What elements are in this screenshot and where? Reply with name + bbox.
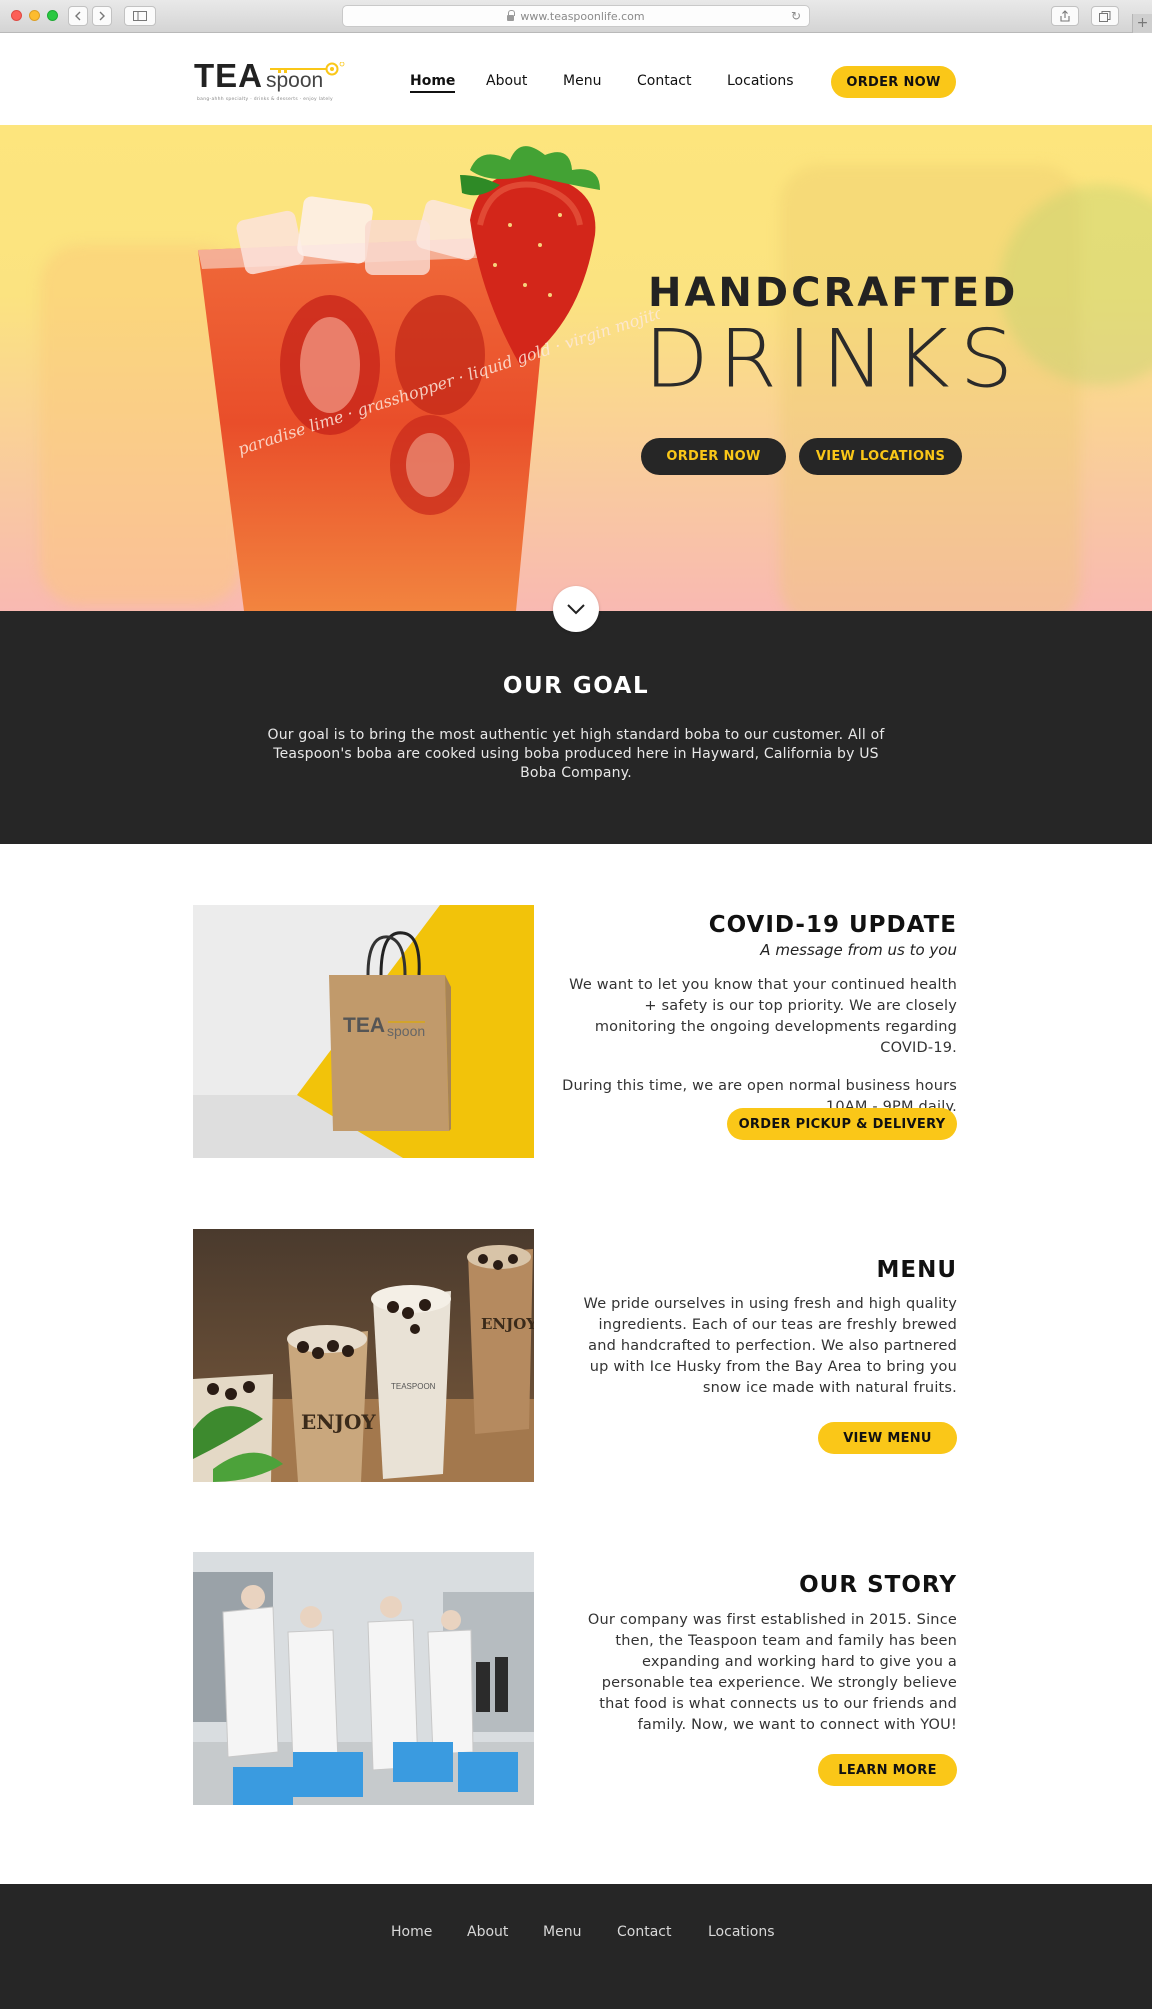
- covid-subtitle: A message from us to you: [760, 941, 957, 959]
- view-menu-button[interactable]: VIEW MENU: [818, 1422, 957, 1454]
- order-pickup-delivery-button[interactable]: ORDER PICKUP & DELIVERY: [727, 1108, 957, 1140]
- teaspoon-logo[interactable]: TEA spoon bang-ahhh specialty · drinks &…: [194, 57, 345, 105]
- strawberry-drink-image: paradise lime · grasshopper · liquid gol…: [198, 146, 660, 611]
- scroll-down-button[interactable]: [553, 586, 599, 632]
- chevron-right-icon: [99, 11, 105, 21]
- nav-menu[interactable]: Menu: [563, 73, 601, 89]
- svg-text:TEA: TEA: [343, 1014, 385, 1037]
- svg-text:spoon: spoon: [387, 1023, 425, 1039]
- address-bar[interactable]: www.teaspoonlife.com ↻: [342, 5, 810, 27]
- learn-more-button[interactable]: LEARN MORE: [818, 1754, 957, 1786]
- footer-nav-menu[interactable]: Menu: [543, 1924, 581, 1940]
- story-body: Our company was first established in 201…: [587, 1612, 957, 1733]
- reload-icon[interactable]: ↻: [791, 9, 801, 23]
- chevron-left-icon: [75, 11, 81, 21]
- minimize-window-button[interactable]: [29, 10, 40, 21]
- goal-body: Our goal is to bring the most authentic …: [267, 727, 885, 781]
- forward-button[interactable]: [92, 6, 112, 26]
- nav-about[interactable]: About: [486, 73, 527, 89]
- svg-text:ENJOY: ENJOY: [481, 1315, 534, 1333]
- nav-contact[interactable]: Contact: [637, 73, 691, 89]
- logo-tagline: bang-ahhh specialty · drinks & desserts …: [197, 97, 333, 102]
- factory-team-photo: [193, 1552, 534, 1805]
- chevron-down-icon: [567, 604, 585, 615]
- paper-bag-illustration: TEA spoon: [193, 905, 534, 1158]
- browser-toolbar: www.teaspoonlife.com ↻ +: [0, 0, 1152, 33]
- share-button[interactable]: [1051, 6, 1079, 26]
- nav-home[interactable]: Home: [410, 73, 456, 93]
- footer-nav-contact[interactable]: Contact: [617, 1924, 671, 1940]
- logo-spoon: spoon: [266, 69, 324, 92]
- menu-drinks-image: ENJOY ENJOY TEASPOON: [193, 1229, 534, 1482]
- sidebar-toggle-button[interactable]: [124, 6, 156, 26]
- menu-body: We pride ourselves in using fresh and hi…: [583, 1296, 957, 1396]
- hero-banner: paradise lime · grasshopper · liquid gol…: [0, 125, 1152, 611]
- back-button[interactable]: [68, 6, 88, 26]
- story-title: OUR STORY: [799, 1572, 957, 1598]
- svg-text:TEASPOON: TEASPOON: [391, 1382, 436, 1391]
- hero-order-now-button[interactable]: ORDER NOW: [641, 438, 786, 475]
- footer-nav-about[interactable]: About: [467, 1924, 508, 1940]
- share-icon: [1060, 10, 1070, 22]
- hero-view-locations-button[interactable]: VIEW LOCATIONS: [799, 438, 962, 475]
- goal-title: OUR GOAL: [502, 673, 650, 699]
- covid-text-block: COVID-19 UPDATE A message from us to you…: [560, 912, 957, 1118]
- site-footer: Home About Menu Contact Locations: [0, 1884, 1152, 2009]
- tabs-button[interactable]: [1091, 6, 1119, 26]
- close-window-button[interactable]: [11, 10, 22, 21]
- svg-text:ENJOY: ENJOY: [301, 1410, 376, 1434]
- covid-bag-image: TEA spoon: [193, 905, 534, 1158]
- new-tab-button[interactable]: +: [1132, 14, 1152, 33]
- story-factory-image: [193, 1552, 534, 1805]
- nav-locations[interactable]: Locations: [727, 73, 794, 89]
- hero-title: HANDCRAFTED: [648, 270, 1019, 316]
- our-goal-section: OUR GOAL Our goal is to bring the most a…: [0, 611, 1152, 844]
- story-text-block: OUR STORY Our company was first establis…: [560, 1572, 957, 1736]
- logo-word: TEA: [194, 57, 263, 94]
- covid-body-1: We want to let you know that your contin…: [569, 977, 957, 1056]
- hero-title-large: DRINKS: [644, 312, 1024, 406]
- site-header: TEA spoon bang-ahhh specialty · drinks &…: [0, 33, 1152, 125]
- boba-drinks-photo: ENJOY ENJOY TEASPOON: [193, 1229, 534, 1482]
- sidebar-icon: [133, 11, 147, 21]
- lock-icon: [507, 10, 516, 21]
- zoom-window-button[interactable]: [47, 10, 58, 21]
- tabs-icon: [1099, 10, 1111, 22]
- covid-title: COVID-19 UPDATE: [708, 912, 957, 938]
- footer-nav-home[interactable]: Home: [391, 1924, 432, 1940]
- header-order-now-button[interactable]: ORDER NOW: [831, 66, 956, 98]
- menu-title: MENU: [876, 1257, 957, 1283]
- footer-nav-locations[interactable]: Locations: [708, 1924, 775, 1940]
- url-text: www.teaspoonlife.com: [520, 9, 645, 23]
- menu-text-block: MENU We pride ourselves in using fresh a…: [560, 1257, 957, 1399]
